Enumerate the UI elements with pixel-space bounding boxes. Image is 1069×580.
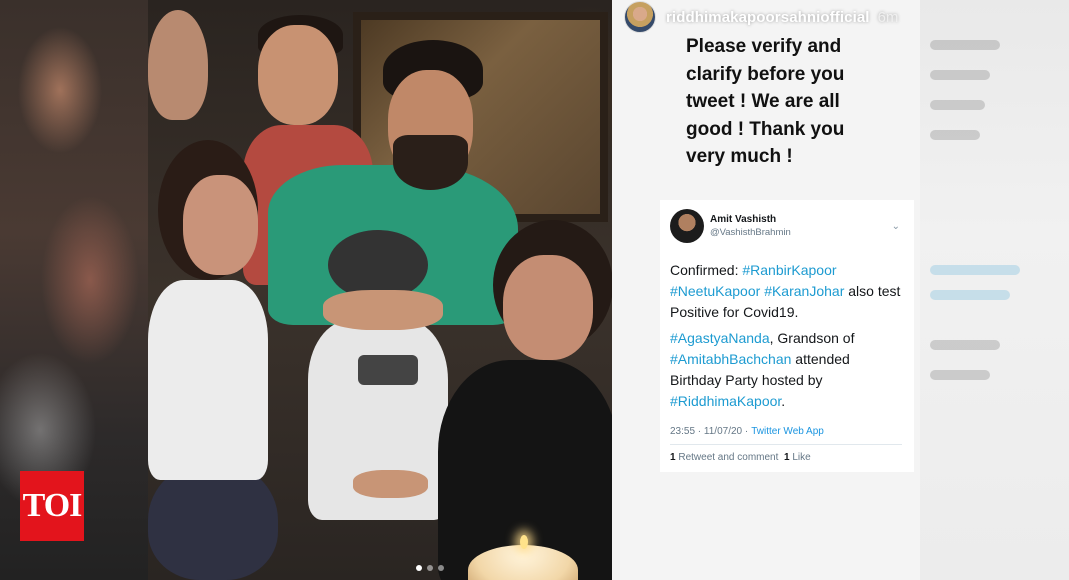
hand <box>353 470 428 498</box>
hashtag-link[interactable]: #RiddhimaKapoor <box>670 393 781 409</box>
person-beard <box>393 135 468 190</box>
tweet-text: . <box>781 393 786 409</box>
like-count[interactable]: 1 <box>784 452 790 463</box>
tweet-client-link[interactable]: Twitter Web App <box>751 426 824 437</box>
retweet-label[interactable]: Retweet and comment <box>678 452 778 463</box>
embedded-tweet[interactable]: Amit Vashisth @VashisthBrahmin ⌄ Confirm… <box>660 200 914 472</box>
story-message: Please verify and clarify before you twe… <box>686 36 845 167</box>
story-header: riddhimakapoorsahniofficial 6m <box>624 0 898 34</box>
person-face <box>258 25 338 125</box>
hands <box>323 290 443 330</box>
party-photo[interactable] <box>148 0 612 580</box>
tweet-paragraph: #AgastyaNanda, Grandson of #AmitabhBachc… <box>670 328 904 412</box>
hoodie-print <box>358 355 418 385</box>
like-label[interactable]: Like <box>792 452 810 463</box>
tweet-body: Confirmed: #RanbirKapoor #NeetuKapoor #K… <box>670 260 904 412</box>
person-white-top <box>148 280 268 480</box>
tweet-text: Confirmed: <box>670 262 743 278</box>
person-face <box>183 175 258 275</box>
hashtag-link[interactable]: #AmitabhBachchan <box>670 351 791 367</box>
profile-avatar[interactable] <box>624 1 656 33</box>
toi-logo: TOI <box>20 471 84 541</box>
logo-text: TOI <box>22 487 83 524</box>
tweet-stats: 1 Retweet and comment 1 Like <box>670 452 904 463</box>
tweet-paragraph: Confirmed: #RanbirKapoor #NeetuKapoor #K… <box>670 260 904 323</box>
tweet-text: , Grandson of <box>769 330 855 346</box>
person-face <box>503 255 593 360</box>
blurred-background-right <box>920 0 1069 580</box>
tweet-author-handle[interactable]: @VashisthBrahmin <box>710 226 886 239</box>
tweet-header: Amit Vashisth @VashisthBrahmin ⌄ <box>670 208 904 244</box>
hashtag-link[interactable]: #KaranJohar <box>764 283 844 299</box>
carousel-dot[interactable] <box>438 565 444 571</box>
hashtag-link[interactable]: #RanbirKapoor <box>742 262 836 278</box>
divider <box>670 444 902 445</box>
tweet-author-avatar[interactable] <box>670 209 704 243</box>
carousel-dots[interactable] <box>416 565 444 571</box>
carousel-dot[interactable] <box>416 565 422 571</box>
retweet-count[interactable]: 1 <box>670 452 676 463</box>
story-username[interactable]: riddhimakapoorsahniofficial <box>666 9 870 26</box>
hashtag-link[interactable]: #NeetuKapoor <box>670 283 760 299</box>
tweet-meta: 23:55 · 11/07/20 · Twitter Web App <box>670 426 904 437</box>
story-timestamp: 6m <box>877 8 899 26</box>
hashtag-link[interactable]: #AgastyaNanda <box>670 330 770 346</box>
tweet-timestamp[interactable]: 23:55 · 11/07/20 · <box>670 426 748 437</box>
carousel-dot[interactable] <box>427 565 433 571</box>
person-left-edge <box>148 10 208 120</box>
candle-flame <box>520 535 528 549</box>
chevron-down-icon[interactable]: ⌄ <box>892 221 900 232</box>
tweet-author-name[interactable]: Amit Vashisth <box>710 213 886 226</box>
